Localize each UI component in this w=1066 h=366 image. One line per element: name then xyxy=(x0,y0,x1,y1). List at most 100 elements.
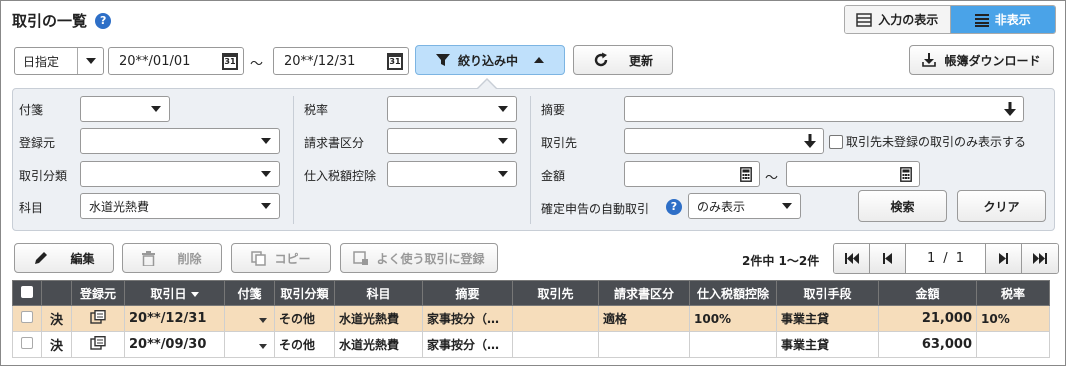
table-row[interactable]: 決 20**/09/30 その他 水道光熱費 家事按分（… 事業主貸 63,00… xyxy=(12,331,1057,358)
torihiki-bunrui-label: 取引分類 xyxy=(19,169,68,183)
clear-button[interactable]: クリア xyxy=(957,190,1046,222)
torihikisaki-label: 取引先 xyxy=(541,136,578,150)
amount-range-separator: 〜 xyxy=(765,171,779,186)
search-button[interactable]: 検索 xyxy=(858,190,947,222)
add-favorite-icon xyxy=(353,250,369,265)
prev-page-icon xyxy=(883,253,892,264)
header-kamoku[interactable]: 科目 xyxy=(334,280,423,306)
row-checkbox[interactable] xyxy=(12,305,42,332)
show-input-button[interactable]: 入力の表示 xyxy=(845,6,951,33)
zeiritsu-select[interactable] xyxy=(387,96,517,122)
arrow-down-icon[interactable] xyxy=(997,97,1023,121)
ledger-download-button[interactable]: 帳簿ダウンロード xyxy=(909,45,1054,75)
arrow-down-icon[interactable] xyxy=(797,129,823,153)
result-summary: 2件中 1〜2件 xyxy=(742,254,820,268)
prev-page-button[interactable] xyxy=(870,244,906,273)
shiire-koujo-label: 仕入税額控除 xyxy=(304,169,377,183)
header-shudan[interactable]: 取引手段 xyxy=(776,280,879,306)
download-icon xyxy=(922,53,937,67)
date-range-separator: 〜 xyxy=(250,57,264,72)
chevron-down-icon xyxy=(259,343,267,349)
fusen-cell[interactable] xyxy=(224,331,275,358)
filter-icon xyxy=(435,54,450,66)
tekiyou-cell: 家事按分（… xyxy=(422,305,513,332)
date-mode-select[interactable]: 日指定 xyxy=(14,47,104,75)
touroku-moto-cell xyxy=(71,331,125,358)
auto-torihiki-label: 確定申告の自動取引 xyxy=(541,202,650,216)
seikyusho-kubun-select[interactable] xyxy=(387,128,517,154)
table-row[interactable]: 決 20**/12/31 その他 水道光熱費 家事按分（… 適格 100% 事業… xyxy=(12,305,1057,332)
checkbox-icon[interactable] xyxy=(21,337,33,349)
header-bunrui[interactable]: 取引分類 xyxy=(274,280,335,306)
shiire-koujo-select[interactable] xyxy=(387,161,517,187)
torihiki-bunrui-select[interactable] xyxy=(80,161,280,187)
amount-from-input[interactable] xyxy=(624,161,760,187)
header-kingaku[interactable]: 金額 xyxy=(878,280,977,306)
header-fusen[interactable]: 付箋 xyxy=(224,280,275,306)
delete-button[interactable]: 削除 xyxy=(122,243,222,273)
next-page-button[interactable] xyxy=(986,244,1022,273)
unregistered-only-checkbox[interactable]: 取引先未登録の取引のみ表示する xyxy=(829,133,1026,150)
kamoku-select[interactable]: 水道光熱費 xyxy=(80,193,280,219)
fusen-cell[interactable] xyxy=(224,305,275,332)
kingaku-label: 金額 xyxy=(541,169,566,183)
tekiyou-input[interactable] xyxy=(624,96,1024,122)
date-to-input[interactable]: 20**/12/31 31 xyxy=(273,47,409,75)
header-torihiki-date[interactable]: 取引日 xyxy=(124,280,225,306)
help-icon[interactable]: ? xyxy=(95,13,112,29)
filter-toggle-button[interactable]: 絞り込み中 xyxy=(415,45,565,75)
refresh-button[interactable]: 更新 xyxy=(573,45,673,75)
pencil-icon xyxy=(35,251,48,264)
checkbox-icon[interactable] xyxy=(21,285,33,298)
chevron-down-icon xyxy=(261,171,271,177)
fusen-label: 付箋 xyxy=(19,103,44,117)
calculator-icon[interactable] xyxy=(733,162,759,186)
chevron-down-icon xyxy=(259,317,267,323)
first-page-button[interactable] xyxy=(834,244,870,273)
hide-input-button[interactable]: 非表示 xyxy=(950,6,1055,33)
chevron-down-icon xyxy=(151,106,161,112)
header-seikyu[interactable]: 請求書区分 xyxy=(598,280,690,306)
touroku-moto-label: 登録元 xyxy=(19,136,56,150)
seikyusho-kubun-label: 請求書区分 xyxy=(304,136,365,150)
tekiyou-label: 摘要 xyxy=(541,103,566,117)
row-checkbox[interactable] xyxy=(12,331,42,358)
header-touroku-moto[interactable]: 登録元 xyxy=(71,280,125,306)
refresh-icon xyxy=(594,52,608,67)
checkbox-icon[interactable] xyxy=(21,311,33,323)
header-torihikisaki[interactable]: 取引先 xyxy=(512,280,599,306)
chevron-down-icon xyxy=(782,203,792,209)
chevron-down-icon xyxy=(498,106,508,112)
table-header-row: 登録元 取引日 付箋 取引分類 科目 摘要 取引先 請求書区分 仕入税額控除 取… xyxy=(12,280,1057,306)
calendar-icon[interactable]: 31 xyxy=(222,52,238,70)
torihikisaki-input[interactable] xyxy=(624,128,824,154)
edit-button[interactable]: 編集 xyxy=(14,243,114,273)
select-all-checkbox[interactable] xyxy=(12,280,42,306)
amount-to-input[interactable] xyxy=(786,161,920,187)
touroku-moto-select[interactable] xyxy=(80,128,280,154)
calendar-icon[interactable]: 31 xyxy=(387,52,403,70)
calculator-icon[interactable] xyxy=(893,162,919,186)
header-kettei xyxy=(41,280,72,306)
chevron-down-icon xyxy=(77,48,103,74)
date-cell: 20**/09/30 xyxy=(124,331,225,358)
copy-button[interactable]: コピー xyxy=(231,243,331,273)
sort-desc-icon xyxy=(190,291,199,297)
tekiyou-cell: 家事按分（… xyxy=(422,331,513,358)
help-icon[interactable]: ? xyxy=(666,199,682,215)
page-indicator[interactable]: 1 / 1 xyxy=(906,244,986,273)
header-koujo[interactable]: 仕入税額控除 xyxy=(689,280,777,306)
auto-torihiki-select[interactable]: のみ表示 xyxy=(688,193,801,219)
checkbox-icon[interactable] xyxy=(829,134,843,149)
spacer-cell xyxy=(1049,305,1057,332)
manual-entry-icon xyxy=(90,335,106,350)
date-cell: 20**/12/31 xyxy=(124,305,225,332)
favorite-register-button[interactable]: よく使う取引に登録 xyxy=(340,243,498,273)
date-from-input[interactable]: 20**/01/01 31 xyxy=(108,47,244,75)
first-page-icon xyxy=(844,253,859,264)
header-tekiyou[interactable]: 摘要 xyxy=(422,280,513,306)
header-zeiritsu[interactable]: 税率 xyxy=(976,280,1050,306)
fusen-select[interactable] xyxy=(80,96,170,122)
divider xyxy=(530,96,531,224)
last-page-button[interactable] xyxy=(1022,244,1058,273)
